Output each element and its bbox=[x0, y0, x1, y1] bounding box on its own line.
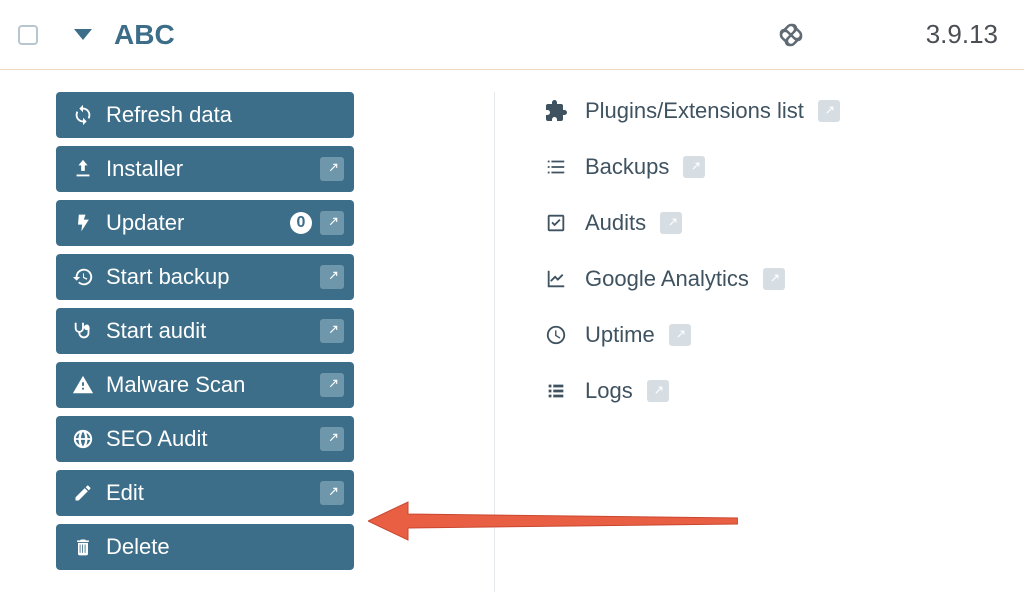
upload-icon bbox=[70, 156, 96, 182]
edit-button[interactable]: Edit bbox=[56, 470, 354, 516]
site-name[interactable]: ABC bbox=[114, 19, 175, 51]
updater-label: Updater bbox=[106, 210, 290, 236]
warning-icon bbox=[70, 372, 96, 398]
edit-label: Edit bbox=[106, 480, 320, 506]
delete-label: Delete bbox=[106, 534, 344, 560]
external-link-icon bbox=[320, 319, 344, 343]
history-icon bbox=[70, 264, 96, 290]
uptime-label: Uptime bbox=[585, 322, 655, 348]
start-backup-button[interactable]: Start backup bbox=[56, 254, 354, 300]
external-link-icon bbox=[763, 268, 785, 290]
info-column: Plugins/Extensions list Backups Audits bbox=[543, 92, 840, 592]
external-link-icon bbox=[660, 212, 682, 234]
trash-icon bbox=[70, 534, 96, 560]
malware-scan-label: Malware Scan bbox=[106, 372, 320, 398]
start-backup-label: Start backup bbox=[106, 264, 320, 290]
updater-button[interactable]: Updater 0 bbox=[56, 200, 354, 246]
external-link-icon bbox=[320, 265, 344, 289]
external-link-icon bbox=[320, 373, 344, 397]
seo-audit-button[interactable]: SEO Audit bbox=[56, 416, 354, 462]
version-label: 3.9.13 bbox=[926, 19, 998, 50]
site-row: ABC 3.9.13 bbox=[0, 0, 1024, 70]
analytics-label: Google Analytics bbox=[585, 266, 749, 292]
external-link-icon bbox=[320, 427, 344, 451]
list-ordered-icon bbox=[543, 154, 569, 180]
installer-label: Installer bbox=[106, 156, 320, 182]
audits-link[interactable]: Audits bbox=[543, 210, 840, 236]
refresh-data-button[interactable]: Refresh data bbox=[56, 92, 354, 138]
chart-line-icon bbox=[543, 266, 569, 292]
external-link-icon bbox=[320, 157, 344, 181]
check-square-icon bbox=[543, 210, 569, 236]
external-link-icon bbox=[320, 481, 344, 505]
external-link-icon bbox=[647, 380, 669, 402]
external-link-icon bbox=[818, 100, 840, 122]
installer-button[interactable]: Installer bbox=[56, 146, 354, 192]
puzzle-icon bbox=[543, 98, 569, 124]
plugins-label: Plugins/Extensions list bbox=[585, 98, 804, 124]
bolt-icon bbox=[70, 210, 96, 236]
seo-audit-label: SEO Audit bbox=[106, 426, 320, 452]
plugins-link[interactable]: Plugins/Extensions list bbox=[543, 98, 840, 124]
pencil-icon bbox=[70, 480, 96, 506]
external-link-icon bbox=[669, 324, 691, 346]
refresh-icon bbox=[70, 102, 96, 128]
select-checkbox[interactable] bbox=[18, 25, 38, 45]
audits-label: Audits bbox=[585, 210, 646, 236]
expand-caret-icon[interactable] bbox=[74, 29, 92, 40]
analytics-link[interactable]: Google Analytics bbox=[543, 266, 840, 292]
uptime-link[interactable]: Uptime bbox=[543, 322, 840, 348]
backups-link[interactable]: Backups bbox=[543, 154, 840, 180]
delete-button[interactable]: Delete bbox=[56, 524, 354, 570]
start-audit-label: Start audit bbox=[106, 318, 320, 344]
list-icon bbox=[543, 378, 569, 404]
backups-label: Backups bbox=[585, 154, 669, 180]
refresh-label: Refresh data bbox=[106, 102, 344, 128]
stethoscope-icon bbox=[70, 318, 96, 344]
clock-icon bbox=[543, 322, 569, 348]
start-audit-button[interactable]: Start audit bbox=[56, 308, 354, 354]
logs-label: Logs bbox=[585, 378, 633, 404]
actions-column: Refresh data Installer Updater 0 bbox=[56, 92, 436, 592]
updater-count-badge: 0 bbox=[290, 212, 312, 234]
malware-scan-button[interactable]: Malware Scan bbox=[56, 362, 354, 408]
logs-link[interactable]: Logs bbox=[543, 378, 840, 404]
external-link-icon bbox=[320, 211, 344, 235]
external-link-icon bbox=[683, 156, 705, 178]
joomla-icon bbox=[776, 20, 806, 50]
globe-icon bbox=[70, 426, 96, 452]
column-divider bbox=[494, 92, 495, 592]
